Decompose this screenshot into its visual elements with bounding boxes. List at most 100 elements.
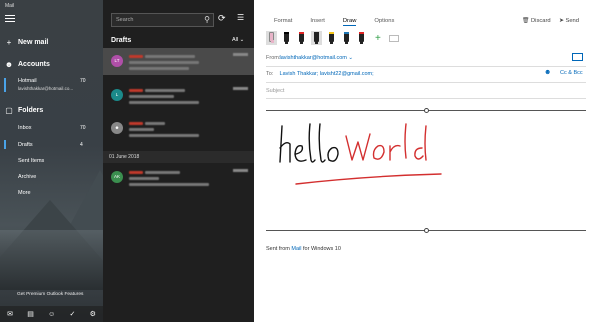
ink-stroke-h	[279, 125, 291, 163]
message-preview	[129, 134, 199, 137]
message-date	[233, 169, 248, 172]
filter-dropdown[interactable]: All ⌄	[232, 37, 244, 43]
subject-input[interactable]: Subject	[266, 88, 284, 94]
account-unread-count: 70	[80, 78, 86, 84]
pen-icon	[299, 32, 304, 44]
from-field[interactable]: From: lavishthakkar@hotmail.com ⌄	[266, 55, 586, 61]
pen-tool[interactable]	[311, 31, 322, 45]
to-label: To:	[266, 71, 274, 77]
resize-handle[interactable]	[424, 228, 429, 233]
pen-tool[interactable]	[341, 31, 352, 45]
settings-icon[interactable]: ⚙	[90, 310, 96, 318]
message-list-pane: Search ⚲ ⟳ ☰ Drafts All ⌄ LT L ☻ 01 June…	[103, 0, 254, 322]
ink-stroke-l	[308, 123, 316, 163]
folder-item-more[interactable]: More	[0, 187, 103, 198]
search-box[interactable]: Search ⚲	[111, 13, 214, 27]
folder-item-sent-items[interactable]: Sent Items	[0, 155, 103, 166]
filter-icon[interactable]: ☰	[237, 13, 244, 22]
pen-icon	[314, 32, 319, 44]
people-icon[interactable]: ☺	[48, 311, 55, 318]
ink-stroke-o	[327, 146, 339, 162]
message-subject	[129, 95, 174, 98]
canvas-icon	[388, 34, 399, 42]
add-pen-icon[interactable]: +	[375, 33, 381, 44]
divider	[266, 66, 586, 67]
folder-item-inbox[interactable]: Inbox 70	[0, 122, 103, 133]
hamburger-menu-icon[interactable]	[5, 15, 15, 23]
folders-header[interactable]: ▢ Folders	[0, 104, 103, 116]
avatar: L	[111, 89, 123, 101]
plus-icon: +	[6, 37, 12, 47]
eraser-tool[interactable]	[266, 31, 277, 45]
avatar: ☻	[111, 122, 123, 134]
tab-format[interactable]: Format	[274, 18, 292, 26]
background-fog	[0, 230, 103, 290]
ink-stroke-l	[318, 123, 326, 163]
signature-link[interactable]: Mail	[291, 246, 301, 252]
ribbon-tabs: Format Insert Draw Options	[274, 18, 394, 26]
message-item[interactable]: L	[103, 82, 254, 109]
folder-item-drafts[interactable]: Drafts 4	[0, 139, 103, 150]
filter-label: All	[232, 37, 239, 43]
pen-icon	[284, 32, 289, 44]
send-button[interactable]: ➤ Send	[559, 18, 579, 24]
ink-options[interactable]	[388, 34, 402, 42]
search-icon[interactable]: ⚲	[204, 15, 210, 24]
folder-label: Inbox	[18, 124, 32, 131]
accounts-header[interactable]: ☻ Accounts	[0, 58, 103, 70]
message-sender	[145, 55, 195, 58]
compose-pane: Format Insert Draw Options 🗑 Discard ➤ S…	[254, 0, 600, 322]
message-preview	[129, 67, 189, 70]
signature-text: Sent from	[266, 246, 292, 252]
accounts-label: Accounts	[18, 60, 50, 68]
divider	[266, 98, 586, 99]
cc-bcc-button[interactable]: Cc & Bcc	[560, 70, 583, 76]
discard-button[interactable]: 🗑 Discard	[522, 18, 551, 24]
date-separator: 01 June 2018	[103, 151, 254, 163]
app-title: Mail	[5, 3, 15, 9]
account-name[interactable]: Hotmail	[18, 78, 37, 84]
sync-icon[interactable]: ⟳	[218, 13, 226, 24]
to-value[interactable]: Lavish Thakkar; lavisht22@gmail.com;	[280, 71, 374, 77]
pen-tool[interactable]	[356, 31, 367, 45]
ink-stroke-d	[414, 125, 427, 161]
premium-features-link[interactable]: Get Premium Outlook Features	[17, 292, 83, 297]
pen-tool[interactable]	[281, 31, 292, 45]
from-label: From:	[266, 55, 281, 61]
bottom-nav-bar: ✉ ▤ ☺ ✓ ⚙	[0, 306, 103, 322]
tab-insert[interactable]: Insert	[310, 18, 325, 26]
ink-underline	[295, 173, 442, 185]
mail-icon[interactable]: ✉	[7, 310, 13, 318]
calendar-icon[interactable]: ▤	[27, 310, 34, 318]
navigation-pane: Mail + New mail ☻ Accounts Hotmail 70 la…	[0, 0, 103, 322]
new-mail-button[interactable]: + New mail	[0, 36, 103, 48]
message-sender	[145, 171, 180, 174]
tab-draw[interactable]: Draw	[342, 18, 357, 26]
message-draft-tag	[129, 55, 143, 58]
eraser-icon	[269, 32, 274, 43]
from-value[interactable]: lavishthakkar@hotmail.com	[280, 55, 347, 61]
new-mail-label: New mail	[18, 38, 49, 46]
ink-stroke-l	[404, 123, 407, 159]
message-draft-tag	[129, 122, 143, 125]
message-item[interactable]: AK	[103, 164, 254, 191]
todo-icon[interactable]: ✓	[69, 310, 75, 318]
signature-text: for Windows 10	[301, 246, 341, 252]
avatar: AK	[111, 171, 123, 183]
message-item[interactable]: LT	[103, 48, 254, 75]
message-item[interactable]: ☻	[103, 115, 254, 142]
send-label: Send	[565, 18, 580, 24]
contact-icon[interactable]: ☻	[544, 69, 551, 76]
message-subject	[129, 128, 154, 131]
ink-canvas[interactable]	[266, 112, 466, 192]
search-placeholder: Search	[116, 17, 134, 23]
highlighter-tool[interactable]	[326, 31, 337, 45]
tab-options[interactable]: Options	[374, 18, 394, 26]
signature: Sent from Mail for Windows 10	[266, 246, 341, 252]
avatar: LT	[111, 55, 123, 67]
to-field[interactable]: To: Lavish Thakkar; lavisht22@gmail.com;	[266, 71, 586, 77]
pen-tool[interactable]	[296, 31, 307, 45]
pen-icon	[359, 32, 364, 44]
chevron-down-icon[interactable]: ⌄	[348, 55, 353, 61]
folder-item-archive[interactable]: Archive	[0, 171, 103, 182]
